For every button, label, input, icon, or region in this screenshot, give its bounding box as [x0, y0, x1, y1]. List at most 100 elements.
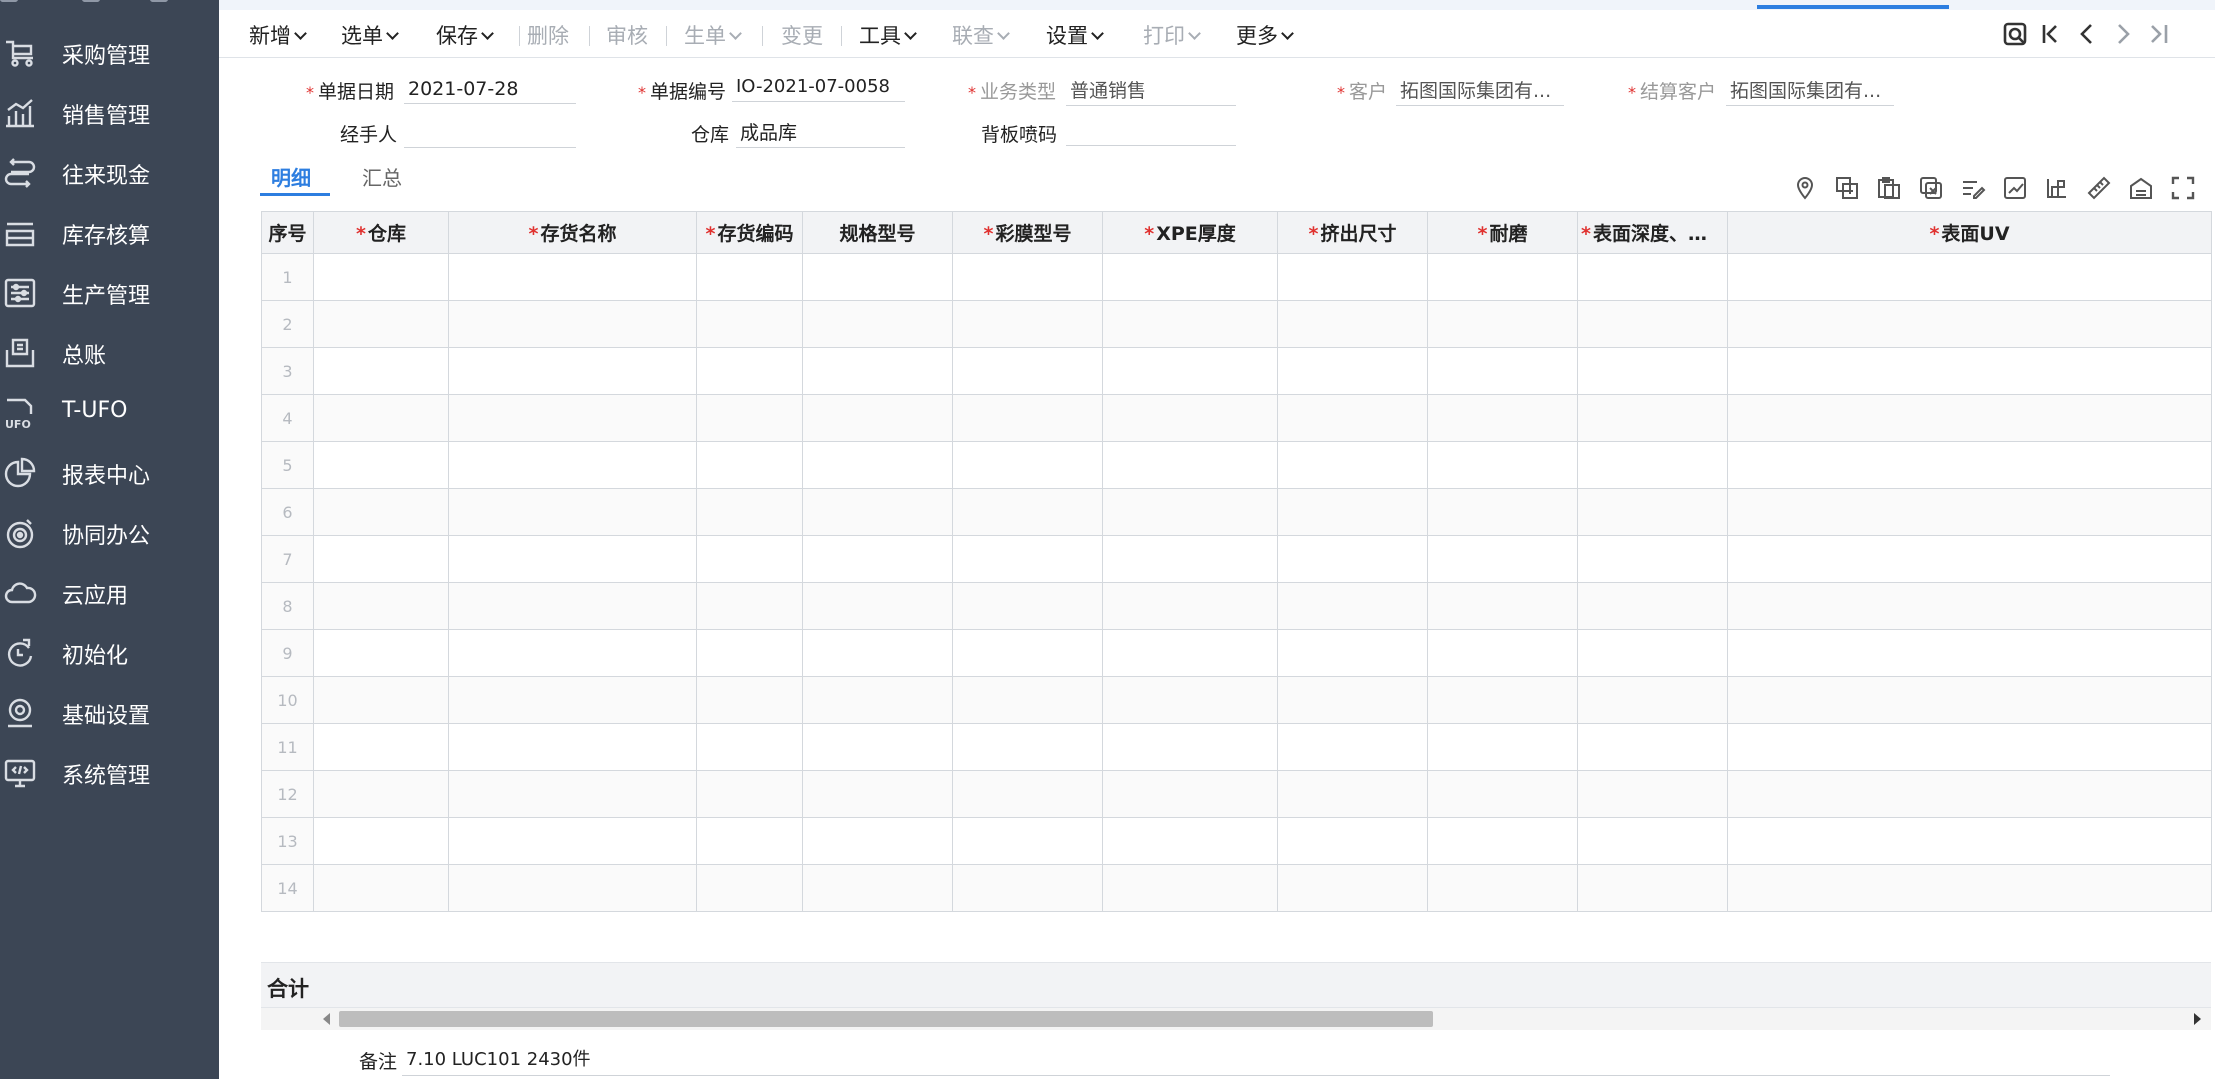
table-row[interactable]: 9	[261, 629, 2212, 677]
sidebar-item-collab[interactable]: 协同办公	[0, 504, 219, 556]
grid-cell[interactable]	[1277, 817, 1428, 865]
grid-cell[interactable]	[1427, 582, 1578, 630]
col-spec[interactable]: 规格型号	[802, 211, 953, 254]
grid-cell[interactable]	[1277, 770, 1428, 818]
grid-cell[interactable]	[1577, 253, 1728, 301]
grid-cell[interactable]	[696, 629, 803, 677]
table-row[interactable]: 7	[261, 535, 2212, 583]
table-row[interactable]: 3	[261, 347, 2212, 395]
grid-cell[interactable]	[1277, 723, 1428, 771]
grid-cell[interactable]	[1577, 770, 1728, 818]
grid-cell[interactable]	[1577, 488, 1728, 536]
tab-summary[interactable]: 汇总	[362, 162, 402, 191]
sidebar-item-production[interactable]: 生产管理	[0, 264, 219, 316]
warehouse-house-icon[interactable]	[2128, 175, 2154, 201]
fullscreen-icon[interactable]	[2170, 175, 2196, 201]
grid-cell[interactable]	[448, 723, 697, 771]
grid-cell[interactable]	[952, 676, 1103, 724]
col-wear[interactable]: * 耐磨	[1427, 211, 1578, 254]
grid-cell[interactable]	[1727, 629, 2212, 677]
table-row[interactable]: 5	[261, 441, 2212, 489]
grid-cell[interactable]	[1102, 488, 1278, 536]
table-row[interactable]: 10	[261, 676, 2212, 724]
sidebar-item-base-settings[interactable]: 基础设置	[0, 684, 219, 736]
grid-cell[interactable]	[1577, 300, 1728, 348]
grid-cell[interactable]	[802, 394, 953, 442]
grid-cell[interactable]	[448, 535, 697, 583]
grid-cell[interactable]	[1427, 770, 1578, 818]
doc-no-field[interactable]: IO-2021-07-0058	[732, 72, 905, 102]
col-item-name[interactable]: * 存货名称	[448, 211, 697, 254]
col-surface-depth[interactable]: * 表面深度、纹...	[1577, 211, 1728, 254]
grid-cell[interactable]	[1427, 441, 1578, 489]
grid-cell[interactable]	[1102, 629, 1278, 677]
scroll-left-arrow-icon[interactable]	[323, 1013, 330, 1025]
grid-cell[interactable]	[1102, 676, 1278, 724]
grid-cell[interactable]	[1427, 676, 1578, 724]
grid-cell[interactable]	[1577, 817, 1728, 865]
grid-cell[interactable]	[313, 488, 449, 536]
col-warehouse[interactable]: * 仓库	[313, 211, 449, 254]
grid-cell[interactable]	[1427, 347, 1578, 395]
grid-cell[interactable]	[802, 723, 953, 771]
grid-cell[interactable]	[1727, 817, 2212, 865]
grid-cell[interactable]	[1727, 864, 2212, 912]
grid-cell[interactable]	[1102, 723, 1278, 771]
handler-field[interactable]	[404, 118, 576, 148]
grid-cell[interactable]	[1727, 300, 2212, 348]
table-row[interactable]: 14	[261, 864, 2212, 912]
grid-cell[interactable]	[1427, 629, 1578, 677]
print-button[interactable]: 打印	[1143, 20, 1201, 50]
grid-cell[interactable]	[313, 864, 449, 912]
grid-cell[interactable]	[802, 864, 953, 912]
sidebar-item-tufo[interactable]: UFO T-UFO	[0, 384, 219, 436]
table-row[interactable]: 12	[261, 770, 2212, 818]
table-row[interactable]: 8	[261, 582, 2212, 630]
grid-cell[interactable]	[952, 864, 1103, 912]
grid-cell[interactable]	[696, 535, 803, 583]
remark-field[interactable]: 7.10 LUC101 2430件	[402, 1044, 2110, 1076]
grid-cell[interactable]	[1277, 347, 1428, 395]
doc-date-field[interactable]: 2021-07-28	[404, 74, 576, 104]
grid-cell[interactable]	[313, 770, 449, 818]
warehouse-field[interactable]: 成品库	[736, 118, 905, 148]
grid-cell[interactable]	[952, 582, 1103, 630]
grid-cell[interactable]	[952, 488, 1103, 536]
scrollbar-thumb[interactable]	[339, 1011, 1433, 1027]
grid-cell[interactable]	[1102, 535, 1278, 583]
grid-cell[interactable]	[802, 582, 953, 630]
backplate-field[interactable]	[1066, 116, 1236, 146]
edit-list-icon[interactable]	[1960, 175, 1986, 201]
grid-cell[interactable]	[1102, 582, 1278, 630]
col-seq[interactable]: 序号	[261, 211, 314, 254]
search-doc-icon[interactable]	[2001, 20, 2029, 48]
grid-cell[interactable]	[696, 817, 803, 865]
grid-cell[interactable]	[1577, 347, 1728, 395]
grid-cell[interactable]	[952, 629, 1103, 677]
grid-cell[interactable]	[696, 864, 803, 912]
grid-cell[interactable]	[802, 817, 953, 865]
sidebar-item-reports[interactable]: 报表中心	[0, 444, 219, 496]
col-xpe[interactable]: * XPE厚度	[1102, 211, 1278, 254]
grid-cell[interactable]	[1102, 441, 1278, 489]
grid-cell[interactable]	[1102, 253, 1278, 301]
grid-cell[interactable]	[952, 817, 1103, 865]
grid-cell[interactable]	[1102, 300, 1278, 348]
grid-cell[interactable]	[952, 394, 1103, 442]
grid-cell[interactable]	[696, 488, 803, 536]
location-pin-icon[interactable]	[1792, 175, 1818, 201]
tools-button[interactable]: 工具	[859, 20, 917, 50]
grid-cell[interactable]	[696, 723, 803, 771]
settle-customer-field[interactable]: 拓图国际集团有...	[1726, 76, 1894, 106]
grid-cell[interactable]	[952, 723, 1103, 771]
grid-cell[interactable]	[802, 253, 953, 301]
tab-detail[interactable]: 明细	[271, 162, 311, 191]
grid-cell[interactable]	[952, 253, 1103, 301]
grid-cell[interactable]	[1102, 394, 1278, 442]
select-button[interactable]: 选单	[341, 20, 399, 50]
grid-cell[interactable]	[1727, 441, 2212, 489]
grid-cell[interactable]	[1277, 488, 1428, 536]
grid-cell[interactable]	[448, 300, 697, 348]
grid-cell[interactable]	[952, 770, 1103, 818]
settings-button[interactable]: 设置	[1046, 20, 1104, 50]
